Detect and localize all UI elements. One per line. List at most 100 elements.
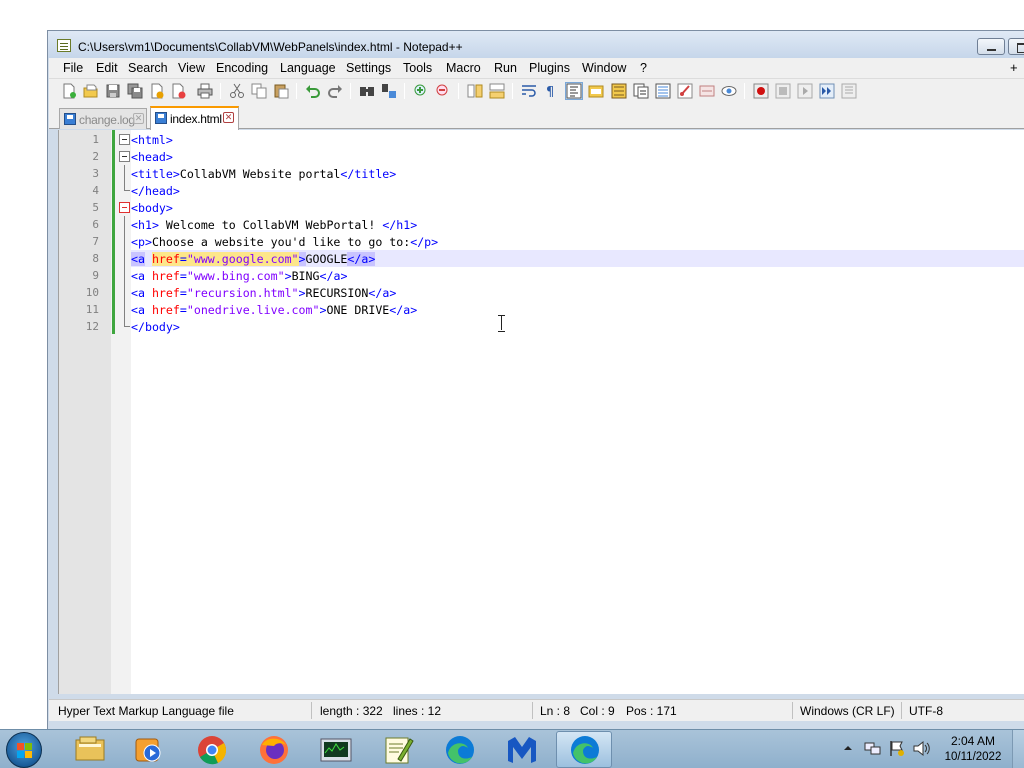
- menu-macro[interactable]: Macro: [446, 61, 481, 75]
- action-center-flag-icon[interactable]: [889, 740, 905, 757]
- code-text: <a href="www.bing.com">BING</a>: [131, 269, 348, 283]
- code-line[interactable]: 8 <a href="www.google.com">GOOGLE</a>: [92, 250, 1024, 267]
- code-line[interactable]: 11 <a href="onedrive.live.com">ONE DRIVE<…: [86, 301, 1024, 318]
- code-line[interactable]: 5 <body>: [92, 199, 1024, 216]
- save-all-icon[interactable]: [127, 83, 143, 99]
- code-line[interactable]: 6 <h1> Welcome to CollabVM WebPortal! </h…: [92, 216, 1024, 233]
- status-eol-format[interactable]: Windows (CR LF): [800, 704, 895, 718]
- replace-icon[interactable]: [381, 83, 397, 99]
- indent-guide-icon[interactable]: [565, 82, 583, 100]
- line-number: 11: [85, 303, 99, 316]
- fold-toggle-icon[interactable]: [119, 202, 130, 213]
- doc-list-icon[interactable]: [655, 83, 671, 99]
- menu-help[interactable]: ?: [640, 61, 647, 75]
- taskbar-notepadpp[interactable]: [370, 731, 426, 768]
- menu-view[interactable]: View: [178, 61, 205, 75]
- function-list-icon[interactable]: [633, 83, 649, 99]
- sync-horizontal-icon[interactable]: [489, 83, 505, 99]
- code-line[interactable]: 12 </body>: [86, 318, 1024, 335]
- notepadpp-icon: [385, 737, 414, 764]
- new-file-icon[interactable]: [61, 83, 77, 99]
- open-file-icon[interactable]: [83, 83, 99, 99]
- title-bar[interactable]: C:\Users\vm1\Documents\CollabVM\WebPanel…: [48, 31, 1024, 58]
- stop-macro-icon[interactable]: [775, 83, 791, 99]
- code-line[interactable]: 1 <html>: [92, 131, 1024, 148]
- clock-time[interactable]: 2:04 AM: [944, 734, 1002, 748]
- taskbar-chrome[interactable]: [184, 731, 240, 768]
- print-icon[interactable]: [197, 83, 213, 99]
- fold-toggle-icon[interactable]: [119, 134, 130, 145]
- taskbar-task-manager[interactable]: [308, 731, 364, 768]
- record-macro-icon[interactable]: [753, 83, 769, 99]
- paste-icon[interactable]: [273, 83, 289, 99]
- notepadpp-app-icon[interactable]: [57, 39, 71, 52]
- code-line[interactable]: 4 </head>: [92, 182, 1024, 199]
- tab-index-html[interactable]: index.html ✕: [150, 106, 239, 130]
- code-area[interactable]: 1 <html> 2 <head> 3 <title>CollabVM Website p…: [86, 130, 1024, 694]
- code-editor[interactable]: 1 <html> 2 <head> 3 <title>CollabVM Website p…: [58, 130, 1024, 694]
- menu-search[interactable]: Search: [128, 61, 168, 75]
- menu-encoding[interactable]: Encoding: [216, 61, 268, 75]
- close-icon[interactable]: [149, 83, 165, 99]
- zoom-in-icon[interactable]: [413, 83, 429, 99]
- clock-date[interactable]: 10/11/2022: [940, 751, 1006, 763]
- code-line[interactable]: 2 <head>: [92, 148, 1024, 165]
- taskbar-firefox[interactable]: [246, 731, 302, 768]
- taskbar-edge-active[interactable]: [556, 731, 612, 768]
- taskbar-malwarebytes[interactable]: [494, 731, 550, 768]
- cut-icon[interactable]: [229, 83, 245, 99]
- redo-icon[interactable]: [327, 83, 343, 99]
- show-desktop-button[interactable]: [1012, 730, 1024, 768]
- save-icon[interactable]: [105, 83, 121, 99]
- tab-close-icon[interactable]: ✕: [223, 112, 234, 123]
- menu-settings[interactable]: Settings: [346, 61, 391, 75]
- copy-icon[interactable]: [251, 83, 267, 99]
- menu-plugins[interactable]: Plugins: [529, 61, 570, 75]
- status-column: Col : 9: [580, 704, 615, 718]
- minimize-button[interactable]: [977, 38, 1005, 55]
- launch-browser-icon[interactable]: [677, 83, 693, 99]
- tab-close-icon[interactable]: ✕: [133, 113, 144, 124]
- taskbar-edge[interactable]: [432, 731, 488, 768]
- tab-change-log[interactable]: change.log ✕: [59, 108, 147, 129]
- menu-edit[interactable]: Edit: [96, 61, 118, 75]
- eye-view-icon[interactable]: [721, 83, 737, 99]
- code-text: <a href="recursion.html">RECURSION</a>: [131, 286, 397, 300]
- save-macro-icon[interactable]: [841, 83, 857, 99]
- fold-toggle-icon[interactable]: [119, 151, 130, 162]
- code-line[interactable]: 7 <p>Choose a website you'd like to go to…: [92, 233, 1024, 250]
- menu-tools[interactable]: Tools: [403, 61, 432, 75]
- line-number-gutter[interactable]: [59, 130, 111, 694]
- code-text: <body>: [131, 201, 173, 215]
- code-line[interactable]: 10 <a href="recursion.html">RECURSION</a>: [86, 284, 1024, 301]
- maximize-button[interactable]: [1008, 38, 1024, 55]
- start-button[interactable]: [6, 732, 42, 768]
- run-macro-multiple-icon[interactable]: [819, 83, 835, 99]
- folder-workspace-icon[interactable]: [588, 83, 604, 99]
- line-number: 3: [92, 167, 99, 180]
- code-line[interactable]: 3 <title>CollabVM Website portal</title>: [92, 165, 1024, 182]
- menu-run[interactable]: Run: [494, 61, 517, 75]
- taskbar-media-player[interactable]: [122, 731, 178, 768]
- status-encoding[interactable]: UTF-8: [909, 704, 943, 718]
- menu-plus-button[interactable]: +: [1010, 60, 1018, 75]
- play-macro-icon[interactable]: [797, 83, 813, 99]
- zoom-out-icon[interactable]: [435, 83, 451, 99]
- undo-icon[interactable]: [305, 83, 321, 99]
- document-map-icon[interactable]: [611, 83, 627, 99]
- file-saved-icon: [155, 112, 167, 124]
- menu-window[interactable]: Window: [582, 61, 626, 75]
- find-icon[interactable]: [359, 83, 375, 99]
- volume-icon[interactable]: [912, 740, 930, 757]
- menu-language[interactable]: Language: [280, 61, 336, 75]
- eye-monitor-icon[interactable]: [699, 83, 715, 99]
- sync-vertical-icon[interactable]: [467, 83, 483, 99]
- code-line[interactable]: 9 <a href="www.bing.com">BING</a>: [92, 267, 1024, 284]
- show-hidden-icons-icon[interactable]: [843, 743, 853, 753]
- taskbar-file-explorer[interactable]: [62, 731, 118, 768]
- close-all-icon[interactable]: [171, 83, 187, 99]
- word-wrap-icon[interactable]: [521, 83, 537, 99]
- show-all-chars-icon[interactable]: ¶: [543, 83, 559, 99]
- menu-file[interactable]: File: [63, 61, 83, 75]
- network-icon[interactable]: [864, 741, 882, 757]
